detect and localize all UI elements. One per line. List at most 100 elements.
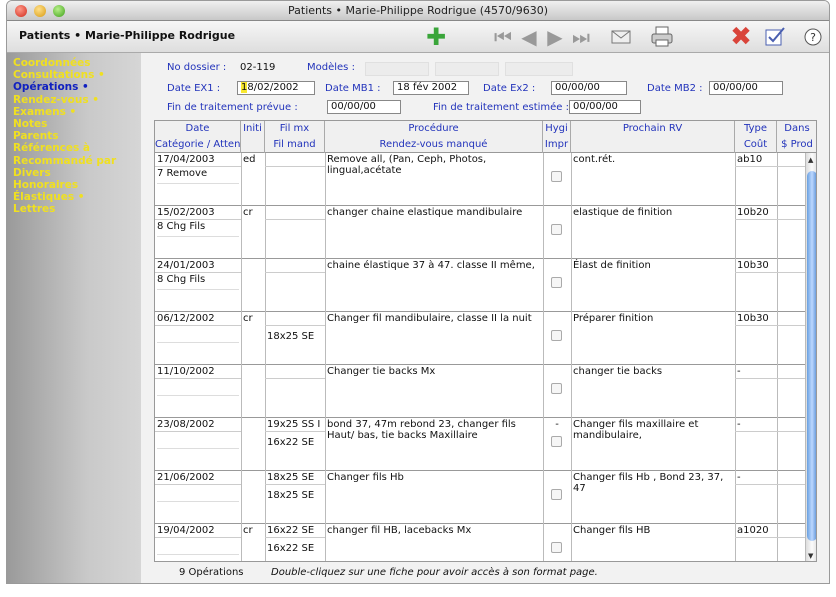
row-fil-mand	[265, 224, 325, 226]
row-imprime-checkbox[interactable]	[551, 277, 562, 288]
table-row[interactable]: 17/04/2003 7 Remove ed Remove all, (Pan, Ce…	[155, 153, 805, 206]
table-header: Date Catégorie / Attention ! Initi Fil m…	[155, 121, 816, 153]
table-row[interactable]: 24/01/2003 8 Chg Fils chaine élastique 37 …	[155, 259, 805, 312]
table-body: 17/04/2003 7 Remove ed Remove all, (Pan, Ce…	[155, 153, 805, 561]
sidebar-item-lettres[interactable]: Lettres	[7, 203, 141, 215]
row-type: a1020	[737, 525, 769, 536]
sidebar-item-consultations[interactable]: Consultations •	[7, 69, 141, 81]
col-categorie[interactable]: Catégorie / Attention !	[155, 137, 241, 153]
row-fil-mx: 18x25 SE	[267, 472, 315, 483]
row-type: -	[737, 419, 741, 430]
vertical-scrollbar[interactable]: ▲ ▼	[805, 153, 816, 561]
row-fil-mx: 19x25 SS I	[267, 419, 321, 430]
row-fil-mand	[265, 277, 325, 279]
col-date[interactable]: Date	[155, 121, 241, 137]
table-row[interactable]: 11/10/2002 Changer tie backs Mx changer ti…	[155, 365, 805, 418]
print-icon[interactable]	[650, 25, 674, 49]
col-hygiene[interactable]: Hygi	[543, 121, 571, 137]
add-record-icon[interactable]: ✚	[424, 25, 448, 49]
sidebar-item-honoraires[interactable]: Honoraires	[7, 179, 141, 191]
window: Patients • Marie-Philippe Rodrigue (4570…	[6, 0, 830, 584]
help-icon[interactable]: ?	[801, 25, 825, 49]
row-hygiene: -	[555, 419, 559, 430]
sidebar-item-elastiques[interactable]: Élastiques •	[7, 191, 141, 203]
scroll-down-arrow[interactable]: ▼	[808, 552, 813, 560]
row-imprime-checkbox[interactable]	[551, 224, 562, 235]
ex1-field[interactable]: 18/02/2002	[237, 81, 315, 95]
svg-text:?: ?	[810, 31, 816, 44]
row-fil-mand	[265, 171, 325, 173]
modele-field-3[interactable]	[505, 62, 573, 76]
mb2-field[interactable]: 00/00/00	[709, 81, 783, 95]
col-fil-mand[interactable]: Fil mand	[265, 137, 325, 153]
sidebar-item-divers[interactable]: Divers	[7, 167, 141, 179]
col-type[interactable]: Type	[735, 121, 777, 137]
table-row[interactable]: 06/12/2002 cr 18x25 SE Changer fil mandibul…	[155, 312, 805, 365]
col-cout[interactable]: Coût	[735, 137, 777, 153]
row-initiales	[241, 471, 265, 473]
row-fil-mx	[265, 365, 325, 367]
toolbar: Patients • Marie-Philippe Rodrigue ✚ ⏮ ◀…	[7, 21, 829, 53]
sidebar-item-references[interactable]: Références à	[7, 142, 141, 154]
row-hygiene	[543, 259, 571, 261]
fin-prevue-field[interactable]: 00/00/00	[327, 100, 401, 114]
last-record-icon[interactable]: ⏭	[569, 25, 593, 49]
col-prod[interactable]: $ Prod	[777, 137, 816, 153]
row-imprime-checkbox[interactable]	[551, 436, 562, 447]
scroll-thumb[interactable]	[807, 171, 816, 541]
col-rdv-manque[interactable]: Rendez-vous manqué	[325, 137, 543, 153]
sidebar-item-coordonnees[interactable]: Coordonnées	[7, 57, 141, 69]
table-row[interactable]: 23/08/2002 19x25 SS I 16x22 SE bond 37, 47m…	[155, 418, 805, 471]
row-imprime-checkbox[interactable]	[551, 171, 562, 182]
mb2-label: Date MB2 :	[647, 83, 703, 94]
mb1-field[interactable]: 18 fév 2002	[393, 81, 469, 95]
row-imprime-checkbox[interactable]	[551, 383, 562, 394]
sidebar-item-rendez-vous[interactable]: Rendez-vous •	[7, 94, 141, 106]
scroll-up-arrow[interactable]: ▲	[808, 156, 813, 164]
modele-field-1[interactable]	[365, 62, 429, 76]
record-title: Patients • Marie-Philippe Rodrigue	[19, 29, 236, 42]
col-procedure[interactable]: Procédure	[325, 121, 543, 137]
zoom-window-button[interactable]	[53, 5, 65, 17]
operations-table: Date Catégorie / Attention ! Initi Fil m…	[154, 120, 817, 562]
sidebar-item-recommande[interactable]: Recommandé par	[7, 155, 141, 167]
title-bar: Patients • Marie-Philippe Rodrigue (4570…	[7, 1, 829, 21]
col-imprime[interactable]: Impr	[543, 137, 571, 153]
row-categorie	[155, 485, 241, 487]
sidebar-item-operations[interactable]: Opérations •	[7, 81, 141, 93]
row-fil-mx: 16x22 SE	[267, 525, 315, 536]
fin-estimee-field[interactable]: 00/00/00	[569, 100, 641, 114]
sidebar-item-notes[interactable]: Notes	[7, 118, 141, 130]
row-procedure: changer chaine elastique mandibulaire	[327, 207, 523, 218]
col-initiales[interactable]: Initi	[241, 121, 265, 137]
row-procedure: Changer fils Hb	[327, 472, 404, 483]
row-imprime-checkbox[interactable]	[551, 542, 562, 553]
first-record-icon[interactable]: ⏮	[491, 25, 515, 49]
table-row[interactable]: 15/02/2003 8 Chg Fils cr changer chaine ela…	[155, 206, 805, 259]
table-row[interactable]: 19/04/2002 cr 16x22 SE 16x22 SE changer fil …	[155, 524, 805, 561]
col-fil-mx[interactable]: Fil mx	[265, 121, 325, 137]
row-hygiene	[543, 312, 571, 314]
table-row[interactable]: 21/06/2002 18x25 SE 18x25 SE Changer fils H…	[155, 471, 805, 524]
close-window-button[interactable]	[15, 5, 27, 17]
row-initiales	[241, 365, 265, 367]
row-imprime-checkbox[interactable]	[551, 330, 562, 341]
modele-field-2[interactable]	[435, 62, 499, 76]
row-date: 17/04/2003	[157, 154, 215, 165]
row-imprime-checkbox[interactable]	[551, 489, 562, 500]
minimize-window-button[interactable]	[34, 5, 46, 17]
next-record-icon[interactable]: ▶	[543, 25, 567, 49]
row-date: 24/01/2003	[157, 260, 215, 271]
status-footer: 9 Opérations Double-cliquez sur une fich…	[141, 565, 829, 583]
sidebar-item-examens[interactable]: Examens •	[7, 106, 141, 118]
sidebar-item-parents[interactable]: Parents	[7, 130, 141, 142]
checklist-icon[interactable]	[763, 25, 787, 49]
previous-record-icon[interactable]: ◀	[517, 25, 541, 49]
col-dans[interactable]: Dans	[777, 121, 816, 137]
delete-record-icon[interactable]: ✖	[729, 24, 753, 50]
row-initiales: ed	[243, 154, 256, 165]
col-prochain-rv-2	[571, 137, 735, 153]
email-icon[interactable]	[609, 25, 633, 49]
col-prochain-rv[interactable]: Prochain RV	[571, 121, 735, 137]
ex2-field[interactable]: 00/00/00	[551, 81, 627, 95]
